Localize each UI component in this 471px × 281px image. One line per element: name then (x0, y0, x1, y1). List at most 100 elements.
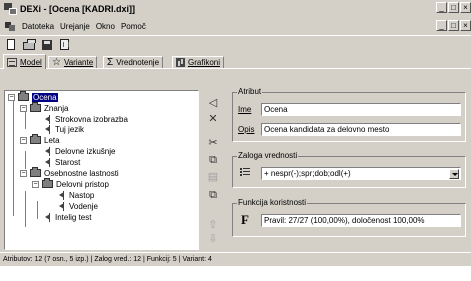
title-bar[interactable]: DEXi - [Ocena [KADRI.dxi]] _ □ × (0, 0, 471, 18)
tab-grafikoni[interactable]: Grafikoni (172, 56, 225, 68)
tree-item-label: Nastop (69, 190, 95, 200)
leaf-attribute-icon (43, 124, 52, 134)
tab-grafikoni-label: Grafikoni (188, 58, 221, 67)
menu-datoteka[interactable]: Datoteka (22, 22, 54, 31)
duplicate-icon: ⧉ (209, 189, 217, 201)
tree-item-nastop[interactable]: Nastop (57, 190, 94, 200)
leaf-attribute-icon (57, 201, 66, 211)
tree-item-label: Tuj jezik (55, 124, 85, 134)
name-field[interactable]: Ocena (261, 103, 461, 116)
cut-button[interactable]: ✂ (206, 136, 220, 150)
collapse-icon[interactable]: − (20, 169, 27, 177)
tree-item-label: Strokovna izobrazba (55, 114, 128, 124)
attribute-tree[interactable]: − Ocena − Znanja Strokovna izobrazba Tuj… (4, 90, 199, 250)
open-button[interactable] (22, 38, 36, 52)
function-group: Funkcija koristnosti F Pravil: 27/27 (10… (232, 198, 466, 237)
print-preview-icon (60, 38, 69, 50)
tree-item-label: Intelig test (55, 212, 92, 222)
doc-close-button[interactable]: × (460, 20, 471, 31)
collapse-icon[interactable]: − (20, 104, 27, 112)
tree-item-osebnostne-lastnosti[interactable]: − Osebnostne lastnosti (20, 167, 119, 178)
leaf-attribute-icon (43, 146, 52, 156)
tree-item-leta[interactable]: − Leta (20, 134, 60, 145)
minimize-button[interactable]: _ (436, 2, 447, 13)
menu-urejanje[interactable]: Urejanje (60, 22, 90, 31)
sigma-icon: Σ (107, 57, 114, 68)
folder-icon (30, 134, 41, 144)
save-icon (42, 39, 52, 50)
maximize-button[interactable]: □ (448, 2, 459, 13)
description-field[interactable]: Ocena kandidata za delovno mesto (261, 123, 461, 136)
function-field[interactable]: Pravil: 27/27 (100,00%), določenost 100,… (261, 214, 461, 227)
folder-icon (30, 167, 41, 177)
description-label: Opis (238, 125, 255, 134)
tab-model[interactable]: Model (3, 54, 46, 69)
doc-restore-button[interactable]: □ (448, 20, 459, 31)
tree-item-starost[interactable]: Starost (43, 157, 80, 167)
collapse-icon[interactable]: − (20, 136, 27, 144)
tree-item-label: Znanja (44, 103, 69, 113)
leaf-attribute-icon (57, 190, 66, 200)
document-menu-icon[interactable] (4, 21, 16, 32)
copy-icon: ⧉ (209, 154, 217, 166)
scale-combo[interactable]: + nespr(-);spr;dob;odl(+) (261, 167, 461, 180)
tree-item-label: Osebnostne lastnosti (44, 168, 119, 178)
star-icon: ☆ (52, 57, 61, 68)
save-button[interactable] (40, 38, 54, 52)
tab-variante[interactable]: ☆ Variante (48, 56, 98, 68)
main-toolbar (0, 35, 471, 53)
paste-button[interactable]: ▤ (206, 170, 220, 184)
tree-item-ocena[interactable]: − Ocena (8, 91, 58, 102)
duplicate-button[interactable]: ⧉ (206, 188, 220, 202)
page-background (0, 266, 471, 281)
model-icon (7, 57, 17, 67)
tree-item-label: Starost (55, 157, 81, 167)
close-button[interactable]: × (460, 2, 471, 13)
folder-icon (18, 91, 29, 101)
move-up-button[interactable]: ⇧ (206, 218, 220, 232)
menu-pomoc[interactable]: Pomoč (121, 22, 146, 31)
scale-group-title: Zaloga vrednosti (237, 151, 299, 160)
collapse-icon[interactable]: − (32, 180, 39, 188)
open-folder-icon (23, 38, 36, 50)
tab-variante-label: Variante (63, 58, 94, 67)
dexi-app-icon[interactable] (4, 3, 17, 15)
chart-icon (176, 58, 185, 67)
delete-attribute-button[interactable]: ✕ (206, 112, 220, 126)
chevron-down-icon[interactable] (449, 169, 459, 179)
leaf-attribute-icon (43, 212, 52, 222)
delete-attribute-icon: ✕ (208, 113, 218, 125)
tree-item-delovne-izkusnje[interactable]: Delovne izkušnje (43, 146, 115, 156)
doc-minimize-button[interactable]: _ (436, 20, 447, 31)
tree-item-label: Leta (44, 135, 60, 145)
add-attribute-button[interactable]: ◁ (206, 96, 220, 110)
status-variants: Variant: 4 (182, 256, 212, 263)
tree-item-strokovna-izobrazba[interactable]: Strokovna izobrazba (43, 114, 128, 124)
window-title: DEXi - [Ocena [KADRI.dxi]] (20, 4, 136, 14)
collapse-icon[interactable]: − (8, 93, 15, 101)
tab-model-label: Model (20, 57, 42, 67)
name-label: Ime (238, 105, 252, 114)
scale-group: Zaloga vrednosti + nespr(-);spr;dob;odl(… (232, 151, 466, 188)
new-file-icon (7, 38, 15, 50)
tree-item-vodenje[interactable]: Vodenje (57, 201, 98, 211)
copy-button[interactable]: ⧉ (206, 153, 220, 167)
new-file-button[interactable] (4, 38, 18, 52)
print-preview-button[interactable] (58, 38, 72, 52)
tab-vrednotenje-label: Vrednotenje (116, 58, 160, 67)
tree-item-tuj-jezik[interactable]: Tuj jezik (43, 124, 84, 134)
status-functions: Funkcij: 5 (146, 256, 177, 263)
tree-item-znanja[interactable]: − Znanja (20, 102, 69, 113)
paste-icon: ▤ (207, 171, 219, 183)
tree-item-label: Delovni pristop (56, 179, 109, 189)
status-attributes: Atributov: 12 (7 osn., 5 izp.) (3, 256, 89, 263)
folder-icon (42, 178, 53, 188)
move-down-button[interactable]: ⇩ (206, 232, 220, 246)
tree-item-delovni-pristop[interactable]: − Delovni pristop (32, 178, 109, 189)
menu-okno[interactable]: Okno (96, 22, 115, 31)
tab-bar: Model ☆ Variante Σ Vrednotenje Grafikoni (0, 54, 471, 69)
tab-vrednotenje[interactable]: Σ Vrednotenje (103, 56, 164, 68)
tree-item-label: Delovne izkušnje (55, 146, 116, 156)
folder-icon (30, 102, 41, 112)
tree-item-intelig-test[interactable]: Intelig test (43, 212, 91, 222)
